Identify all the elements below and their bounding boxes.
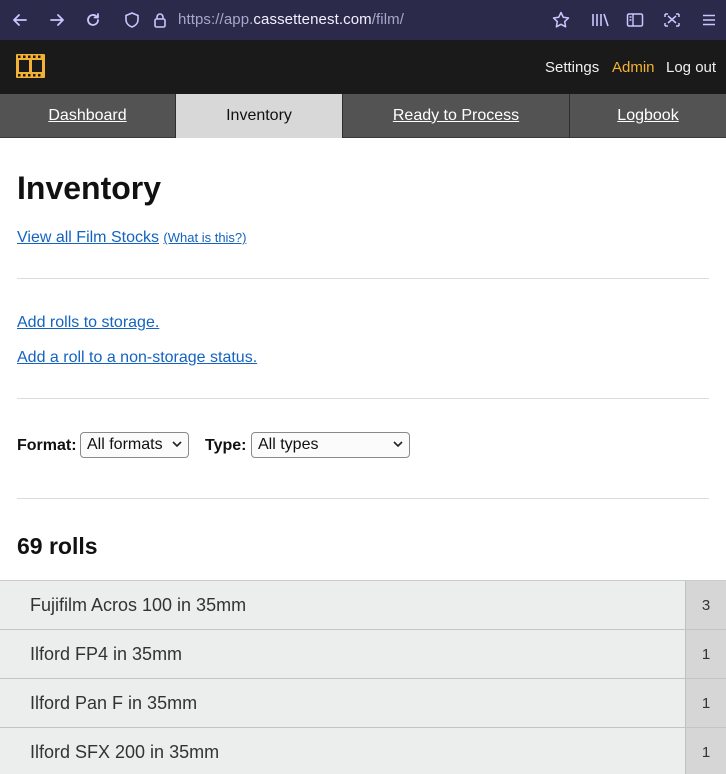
roll-count-badge: 1 <box>685 679 726 727</box>
format-select-value: All formats <box>87 436 163 453</box>
type-select[interactable]: All types <box>251 432 410 458</box>
roll-list: Fujifilm Acros 100 in 35mm 3 Ilford FP4 … <box>0 580 726 774</box>
admin-link[interactable]: Admin <box>612 59 655 76</box>
chevron-down-icon <box>393 440 403 451</box>
type-filter-label: Type: <box>205 437 247 454</box>
list-item[interactable]: Fujifilm Acros 100 in 35mm 3 <box>0 581 726 630</box>
roll-name: Ilford SFX 200 in 35mm <box>30 742 220 762</box>
shield-icon[interactable] <box>120 8 144 32</box>
tab-logbook[interactable]: Logbook <box>570 94 726 138</box>
roll-count-badge: 1 <box>685 630 726 678</box>
add-rolls-to-storage-link[interactable]: Add rolls to storage. <box>17 314 159 332</box>
menu-icon[interactable] <box>697 8 721 32</box>
roll-name: Fujifilm Acros 100 in 35mm <box>30 595 247 615</box>
back-icon[interactable] <box>8 8 32 32</box>
type-select-value: All types <box>258 436 319 453</box>
tab-inventory[interactable]: Inventory <box>176 94 343 138</box>
format-select[interactable]: All formats <box>80 432 189 458</box>
roll-name: Ilford FP4 in 35mm <box>30 644 183 664</box>
logout-link[interactable]: Log out <box>666 59 716 76</box>
divider <box>17 498 709 499</box>
app-header: Settings Admin Log out <box>0 40 726 94</box>
url-path: /film/ <box>371 11 405 28</box>
roll-name: Ilford Pan F in 35mm <box>30 693 198 713</box>
lock-icon[interactable] <box>148 8 172 32</box>
view-film-stocks-link[interactable]: View all Film Stocks <box>17 229 159 246</box>
forward-icon[interactable] <box>45 8 69 32</box>
url-host: cassettenest.com <box>253 11 372 28</box>
bookmark-star-icon[interactable] <box>549 8 573 32</box>
sidebar-icon[interactable] <box>623 8 647 32</box>
library-icon[interactable] <box>588 8 612 32</box>
roll-count-badge: 1 <box>685 728 726 774</box>
settings-link[interactable]: Settings <box>545 59 599 76</box>
divider <box>17 278 709 279</box>
list-item[interactable]: Ilford FP4 in 35mm 1 <box>0 630 726 679</box>
chevron-down-icon <box>172 440 182 451</box>
tab-dashboard[interactable]: Dashboard <box>0 94 176 138</box>
add-roll-non-storage-link[interactable]: Add a roll to a non-storage status. <box>17 349 257 367</box>
main-tabs: Dashboard Inventory Ready to Process Log… <box>0 94 726 138</box>
roll-count-heading: 69 rolls <box>17 533 98 559</box>
list-item[interactable]: Ilford Pan F in 35mm 1 <box>0 679 726 728</box>
reload-icon[interactable] <box>81 8 105 32</box>
url-prefix: https://app. <box>178 11 254 28</box>
format-filter-label: Format: <box>17 437 77 454</box>
screenshot-icon[interactable] <box>660 8 684 32</box>
divider <box>17 398 709 399</box>
list-item[interactable]: Ilford SFX 200 in 35mm 1 <box>0 728 726 774</box>
page-title: Inventory <box>17 170 162 206</box>
address-bar[interactable]: https://app.cassettenest.com/film/ <box>178 11 404 28</box>
tab-ready-to-process[interactable]: Ready to Process <box>343 94 570 138</box>
browser-toolbar: https://app.cassettenest.com/film/ <box>0 0 726 40</box>
roll-count-badge: 3 <box>685 581 726 629</box>
film-stocks-line: View all Film Stocks (What is this?) <box>17 229 247 247</box>
cassette-logo-icon[interactable] <box>16 54 45 83</box>
what-is-this-link[interactable]: (What is this?) <box>163 230 246 245</box>
